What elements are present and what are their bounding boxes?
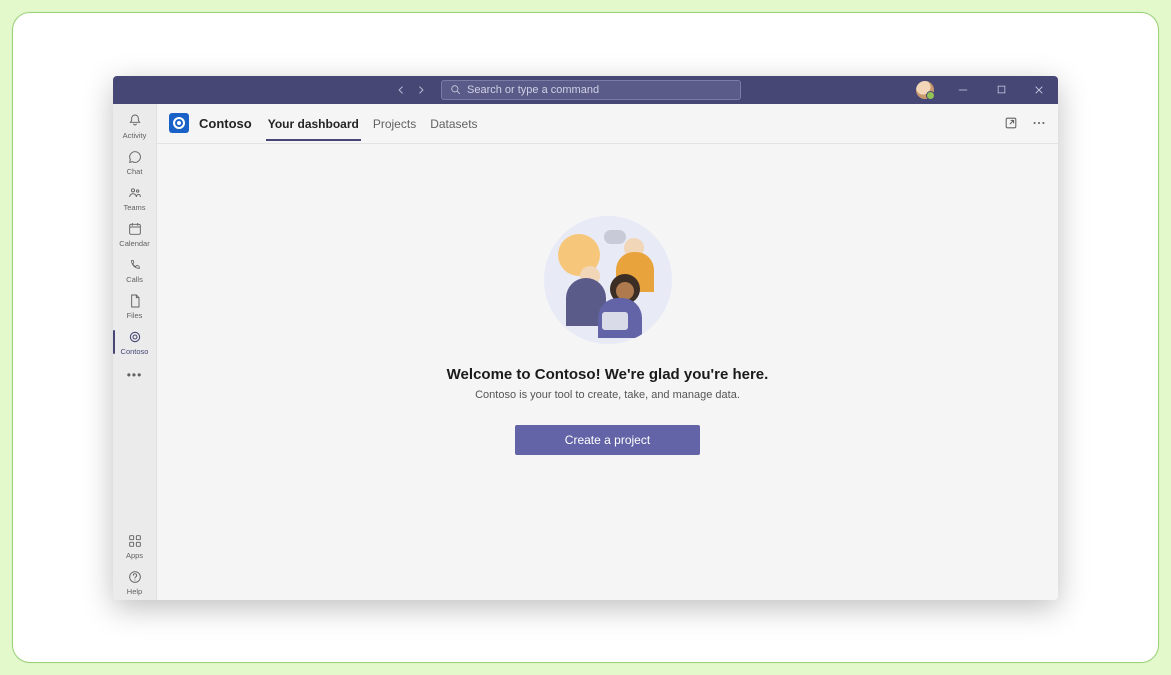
command-search-input[interactable]: Search or type a command	[441, 80, 741, 100]
window-titlebar: Search or type a command	[113, 76, 1058, 104]
tab-dashboard[interactable]: Your dashboard	[266, 105, 361, 141]
window-maximize-button[interactable]	[984, 76, 1018, 104]
chat-icon	[127, 149, 143, 165]
rail-item-help[interactable]: Help	[113, 564, 157, 600]
tab-datasets[interactable]: Datasets	[428, 105, 479, 141]
contoso-app-logo	[169, 113, 189, 133]
tab-projects[interactable]: Projects	[371, 105, 418, 141]
rail-label: Teams	[123, 203, 145, 212]
app-tabbar: Contoso Your dashboard Projects Datasets	[157, 104, 1058, 144]
presentation-frame: Search or type a command Act	[12, 12, 1159, 663]
popout-button[interactable]	[1004, 116, 1018, 130]
content-area: Contoso Your dashboard Projects Datasets	[157, 104, 1058, 600]
rail-label: Calls	[126, 275, 143, 284]
teams-app-window: Search or type a command Act	[113, 76, 1058, 600]
rail-item-files[interactable]: Files	[113, 288, 157, 324]
phone-icon	[127, 257, 143, 273]
window-close-button[interactable]	[1022, 76, 1056, 104]
search-icon	[450, 84, 461, 95]
nav-forward-button[interactable]	[413, 82, 429, 98]
create-project-button[interactable]: Create a project	[515, 425, 700, 455]
rail-more-button[interactable]: •••	[113, 360, 157, 390]
rail-item-calendar[interactable]: Calendar	[113, 216, 157, 252]
rail-label: Help	[127, 587, 142, 596]
file-icon	[127, 293, 143, 309]
window-minimize-button[interactable]	[946, 76, 980, 104]
rail-label: Contoso	[121, 347, 149, 356]
user-avatar[interactable]	[916, 81, 934, 99]
welcome-subtitle: Contoso is your tool to create, take, an…	[475, 389, 740, 401]
welcome-title: Welcome to Contoso! We're glad you're he…	[447, 366, 769, 383]
more-icon	[1032, 116, 1046, 130]
app-name-label: Contoso	[199, 116, 252, 131]
app-rail: Activity Chat Teams Calendar Calls	[113, 104, 157, 600]
popout-icon	[1004, 116, 1018, 130]
rail-label: Apps	[126, 551, 143, 560]
rail-item-apps[interactable]: Apps	[113, 528, 157, 564]
welcome-illustration	[544, 216, 672, 344]
rail-item-activity[interactable]: Activity	[113, 108, 157, 144]
rail-label: Calendar	[119, 239, 149, 248]
calendar-icon	[127, 221, 143, 237]
rail-item-contoso[interactable]: Contoso	[113, 324, 157, 360]
contoso-icon	[127, 329, 143, 345]
apps-icon	[127, 533, 143, 549]
search-placeholder-text: Search or type a command	[467, 84, 599, 96]
rail-label: Activity	[123, 131, 147, 140]
main-panel: Welcome to Contoso! We're glad you're he…	[157, 144, 1058, 600]
rail-label: Chat	[127, 167, 143, 176]
rail-label: Files	[127, 311, 143, 320]
help-icon	[127, 569, 143, 585]
rail-item-chat[interactable]: Chat	[113, 144, 157, 180]
tab-more-button[interactable]	[1032, 116, 1046, 130]
rail-item-calls[interactable]: Calls	[113, 252, 157, 288]
rail-item-teams[interactable]: Teams	[113, 180, 157, 216]
nav-back-button[interactable]	[393, 82, 409, 98]
bell-icon	[127, 113, 143, 129]
teams-icon	[127, 185, 143, 201]
